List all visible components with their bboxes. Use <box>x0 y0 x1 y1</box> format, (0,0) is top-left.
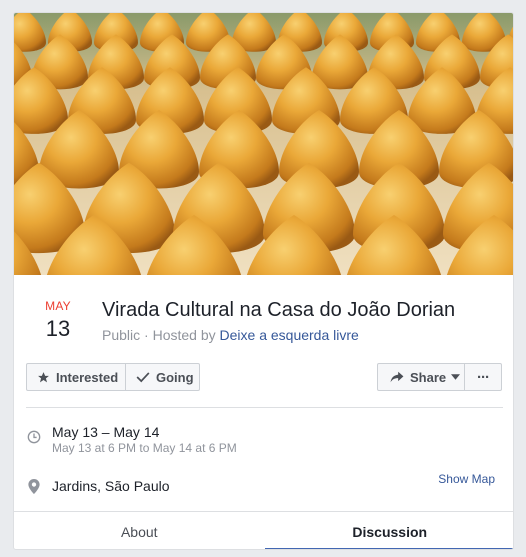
tab-about-label: About <box>120 523 158 540</box>
hosted-by-label: · Hosted by <box>140 327 220 343</box>
more-options-button[interactable]: ··· <box>464 363 502 391</box>
star-icon <box>38 371 49 382</box>
share-label: Share <box>410 369 447 385</box>
chevron-down-icon <box>451 374 461 380</box>
tab-about[interactable]: About <box>14 512 265 549</box>
event-tabs: About Discussion <box>14 511 513 549</box>
event-location[interactable]: Jardins, São Paulo <box>52 478 170 494</box>
map-pin-icon <box>28 479 40 494</box>
event-day: 13 <box>45 316 71 341</box>
tab-discussion[interactable]: Discussion <box>264 512 513 549</box>
event-title: Virada Cultural na Casa do João Dorian <box>102 299 456 321</box>
event-date-range: May 13 – May 14 <box>52 424 160 440</box>
event-subtitle: Public · Hosted by Deixe a esquerda livr… <box>102 327 359 343</box>
interested-label: Interested <box>56 369 119 385</box>
clock-icon <box>27 430 41 444</box>
share-button[interactable]: Share <box>377 363 465 391</box>
divider <box>26 407 503 408</box>
event-date-box: MAY 13 <box>34 299 82 343</box>
share-arrow-icon <box>390 371 404 383</box>
going-label: Going <box>156 369 194 385</box>
interested-button[interactable]: Interested <box>26 363 126 391</box>
coxinha-photo <box>14 13 513 275</box>
event-cover-photo[interactable] <box>14 13 513 275</box>
event-date-detail: May 13 at 6 PM to May 14 at 6 PM <box>52 441 237 455</box>
more-label: ··· <box>477 368 490 386</box>
event-month: MAY <box>45 299 71 313</box>
going-button[interactable]: Going <box>125 363 200 391</box>
check-icon <box>136 372 150 383</box>
event-privacy: Public <box>102 327 141 343</box>
tab-discussion-label: Discussion <box>352 523 428 540</box>
event-card: MAY 13 Virada Cultural na Casa do João D… <box>13 12 514 550</box>
event-host-link[interactable]: Deixe a esquerda livre <box>220 327 359 343</box>
show-map-link[interactable]: Show Map <box>438 472 495 486</box>
